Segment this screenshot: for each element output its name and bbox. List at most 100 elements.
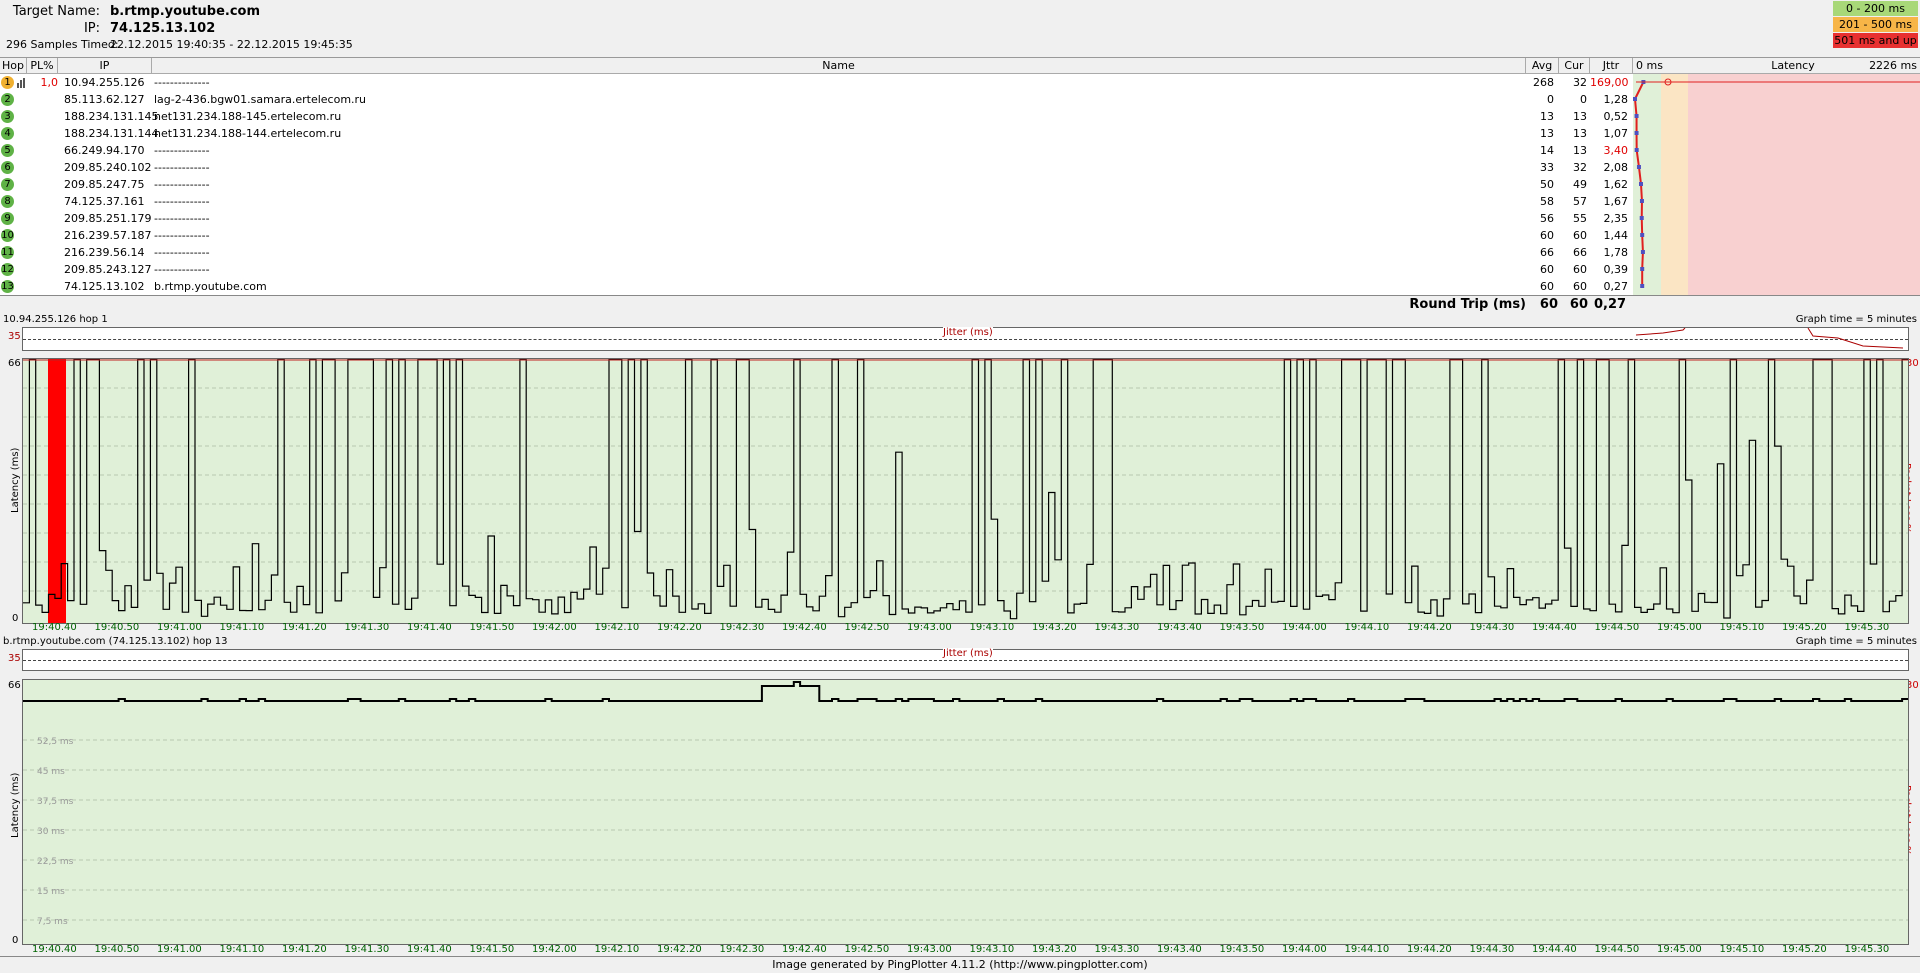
time-tick: 19:41.30	[344, 944, 390, 955]
time-tick: 19:43.00	[907, 944, 952, 955]
hop-cur: 60	[1573, 263, 1587, 276]
col-jttr[interactable]: Jttr	[1590, 58, 1633, 74]
time-tick: 19:43.40	[1157, 944, 1202, 955]
hop-jttr: 1,62	[1603, 178, 1629, 191]
hop-ip: 216.239.56.14	[64, 246, 145, 259]
col-pl[interactable]: PL%	[27, 58, 58, 74]
grid-label: 15 ms	[37, 887, 65, 897]
hop13-ylabel: Latency (ms)	[10, 772, 21, 838]
hop-jttr: 1,44	[1603, 229, 1629, 242]
target-name-value: b.rtmp.youtube.com	[110, 4, 261, 19]
time-tick: 19:43.50	[1219, 622, 1265, 633]
col-avg[interactable]: Avg	[1526, 58, 1559, 74]
hop-row[interactable]: 10 216.239.57.187 -------------- 60 60 1,44	[0, 227, 1633, 244]
trace-table: Hop PL% IP Name Avg Cur Jttr 0 ms Latenc…	[0, 57, 1920, 296]
hop1-jitter-max: 35	[8, 331, 21, 342]
mini-latency-point	[1634, 131, 1639, 135]
time-tick: 19:42.50	[844, 944, 890, 955]
hop-cur: 55	[1573, 212, 1587, 225]
hop-avg: 13	[1540, 127, 1554, 140]
hop-jttr: 3,40	[1603, 144, 1629, 157]
hop-cur: 60	[1573, 280, 1587, 293]
hop-name: --------------	[154, 229, 210, 242]
hop-row[interactable]: 6 209.85.240.102 -------------- 33 32 2,08	[0, 159, 1633, 176]
hop-row[interactable]: 7 209.85.247.75 -------------- 50 49 1,62	[0, 176, 1633, 193]
time-tick: 19:43.20	[1032, 944, 1077, 955]
hop-cur: 13	[1573, 110, 1587, 123]
hop-row[interactable]: 8 74.125.37.161 -------------- 58 57 1,67	[0, 193, 1633, 210]
time-tick: 19:41.50	[469, 622, 515, 633]
time-tick: 19:41.30	[344, 622, 390, 633]
time-tick: 19:42.20	[657, 944, 702, 955]
time-tick: 19:40.50	[94, 944, 140, 955]
time-tick: 19:43.10	[969, 944, 1015, 955]
ip-value: 74.125.13.102	[110, 21, 216, 36]
col-name[interactable]: Name	[152, 58, 1526, 74]
hop-cur: 32	[1573, 161, 1587, 174]
col-ip[interactable]: IP	[58, 58, 152, 74]
time-tick: 19:44.40	[1532, 622, 1577, 633]
mini-latency-point	[1639, 216, 1644, 220]
hop-jttr: 169,00	[1590, 76, 1629, 89]
hop1-jitter-plot: Jitter (ms)	[22, 327, 1909, 351]
hop-ip: 74.125.37.161	[64, 195, 145, 208]
hop-cur: 32	[1573, 76, 1587, 89]
hop-row[interactable]: 9 209.85.251.179 -------------- 56 55 2,35	[0, 210, 1633, 227]
hop-row[interactable]: 2 85.113.62.127 lag-2-436.bgw01.samara.ert…	[0, 91, 1633, 108]
hop13-jitter-max: 35	[8, 653, 21, 664]
hop-ip: 66.249.94.170	[64, 144, 145, 157]
hop-avg: 60	[1540, 263, 1554, 276]
hop-ip: 209.85.243.127	[64, 263, 152, 276]
hop13-jitter-label: Jitter (ms)	[943, 648, 993, 659]
time-tick: 19:41.40	[407, 622, 452, 633]
hop-number-badge: 10	[1, 229, 14, 242]
hop-row[interactable]: 12 209.85.243.127 -------------- 60 60 0,39	[0, 261, 1633, 278]
hop-row[interactable]: 4 188.234.131.144 net131.234.188-144.ertel…	[0, 125, 1633, 142]
hop-number-badge: 3	[1, 110, 14, 123]
hop-number-badge: 4	[1, 127, 14, 140]
time-tick: 19:45.30	[1844, 944, 1890, 955]
hop-avg: 60	[1540, 229, 1554, 242]
hop-row[interactable]: 1 1,0 10.94.255.126 -------------- 268 32 169,…	[0, 74, 1633, 91]
hop-number-badge: 11	[1, 246, 14, 259]
hop-avg: 66	[1540, 246, 1554, 259]
hop-name: b.rtmp.youtube.com	[154, 280, 267, 293]
hop13-ymin: 0	[12, 935, 19, 946]
ip-label: IP:	[83, 21, 100, 36]
legend-high: 501 ms and up	[1833, 33, 1918, 48]
legend-low: 0 - 200 ms	[1833, 1, 1918, 16]
hop-jttr: 2,08	[1603, 161, 1629, 174]
hop1-ylabel: Latency (ms)	[10, 447, 21, 513]
hop-ip: 74.125.13.102	[64, 280, 145, 293]
hop-row[interactable]: 5 66.249.94.170 -------------- 14 13 3,40	[0, 142, 1633, 159]
hop1-latency-trace	[23, 359, 1908, 620]
time-tick: 19:43.00	[907, 622, 952, 633]
hop-row[interactable]: 3 188.234.131.145 net131.234.188-145.ertel…	[0, 108, 1633, 125]
time-tick: 19:44.20	[1407, 944, 1452, 955]
hop-avg: 268	[1533, 76, 1554, 89]
hop1-jitter-trace-b	[1807, 328, 1904, 349]
mini-latency-point	[1640, 284, 1645, 288]
col-latency-graph[interactable]: 0 ms Latency 2226 ms	[1633, 58, 1920, 74]
col-cur[interactable]: Cur	[1559, 58, 1590, 74]
hop-number-badge: 7	[1, 178, 14, 191]
hop-cur: 0	[1580, 93, 1587, 106]
hop-avg: 0	[1547, 93, 1554, 106]
hop-number-badge: 5	[1, 144, 14, 157]
hop-name: lag-2-436.bgw01.samara.ertelecom.ru	[154, 93, 367, 106]
hop-name: net131.234.188-145.ertelecom.ru	[154, 110, 342, 123]
hop-name: --------------	[154, 263, 210, 276]
hop-row[interactable]: 13 74.125.13.102 b.rtmp.youtube.com 60 60 0,2…	[0, 278, 1633, 295]
target-header: Target Name: b.rtmp.youtube.com IP: 74.1…	[0, 0, 1920, 57]
hop-number-badge: 8	[1, 195, 14, 208]
hop-name: --------------	[154, 195, 210, 208]
hop13-graph-panel: b.rtmp.youtube.com (74.125.13.102) hop 1…	[0, 635, 1920, 956]
hop-name: --------------	[154, 144, 210, 157]
time-tick: 19:44.40	[1532, 944, 1577, 955]
time-tick: 19:45.20	[1782, 622, 1827, 633]
grid-label: 22,5 ms	[37, 857, 74, 867]
hop-row[interactable]: 11 216.239.56.14 -------------- 66 66 1,78	[0, 244, 1633, 261]
col-hop[interactable]: Hop	[0, 58, 27, 74]
time-tick: 19:45.10	[1719, 622, 1765, 633]
time-tick: 19:44.30	[1469, 622, 1515, 633]
